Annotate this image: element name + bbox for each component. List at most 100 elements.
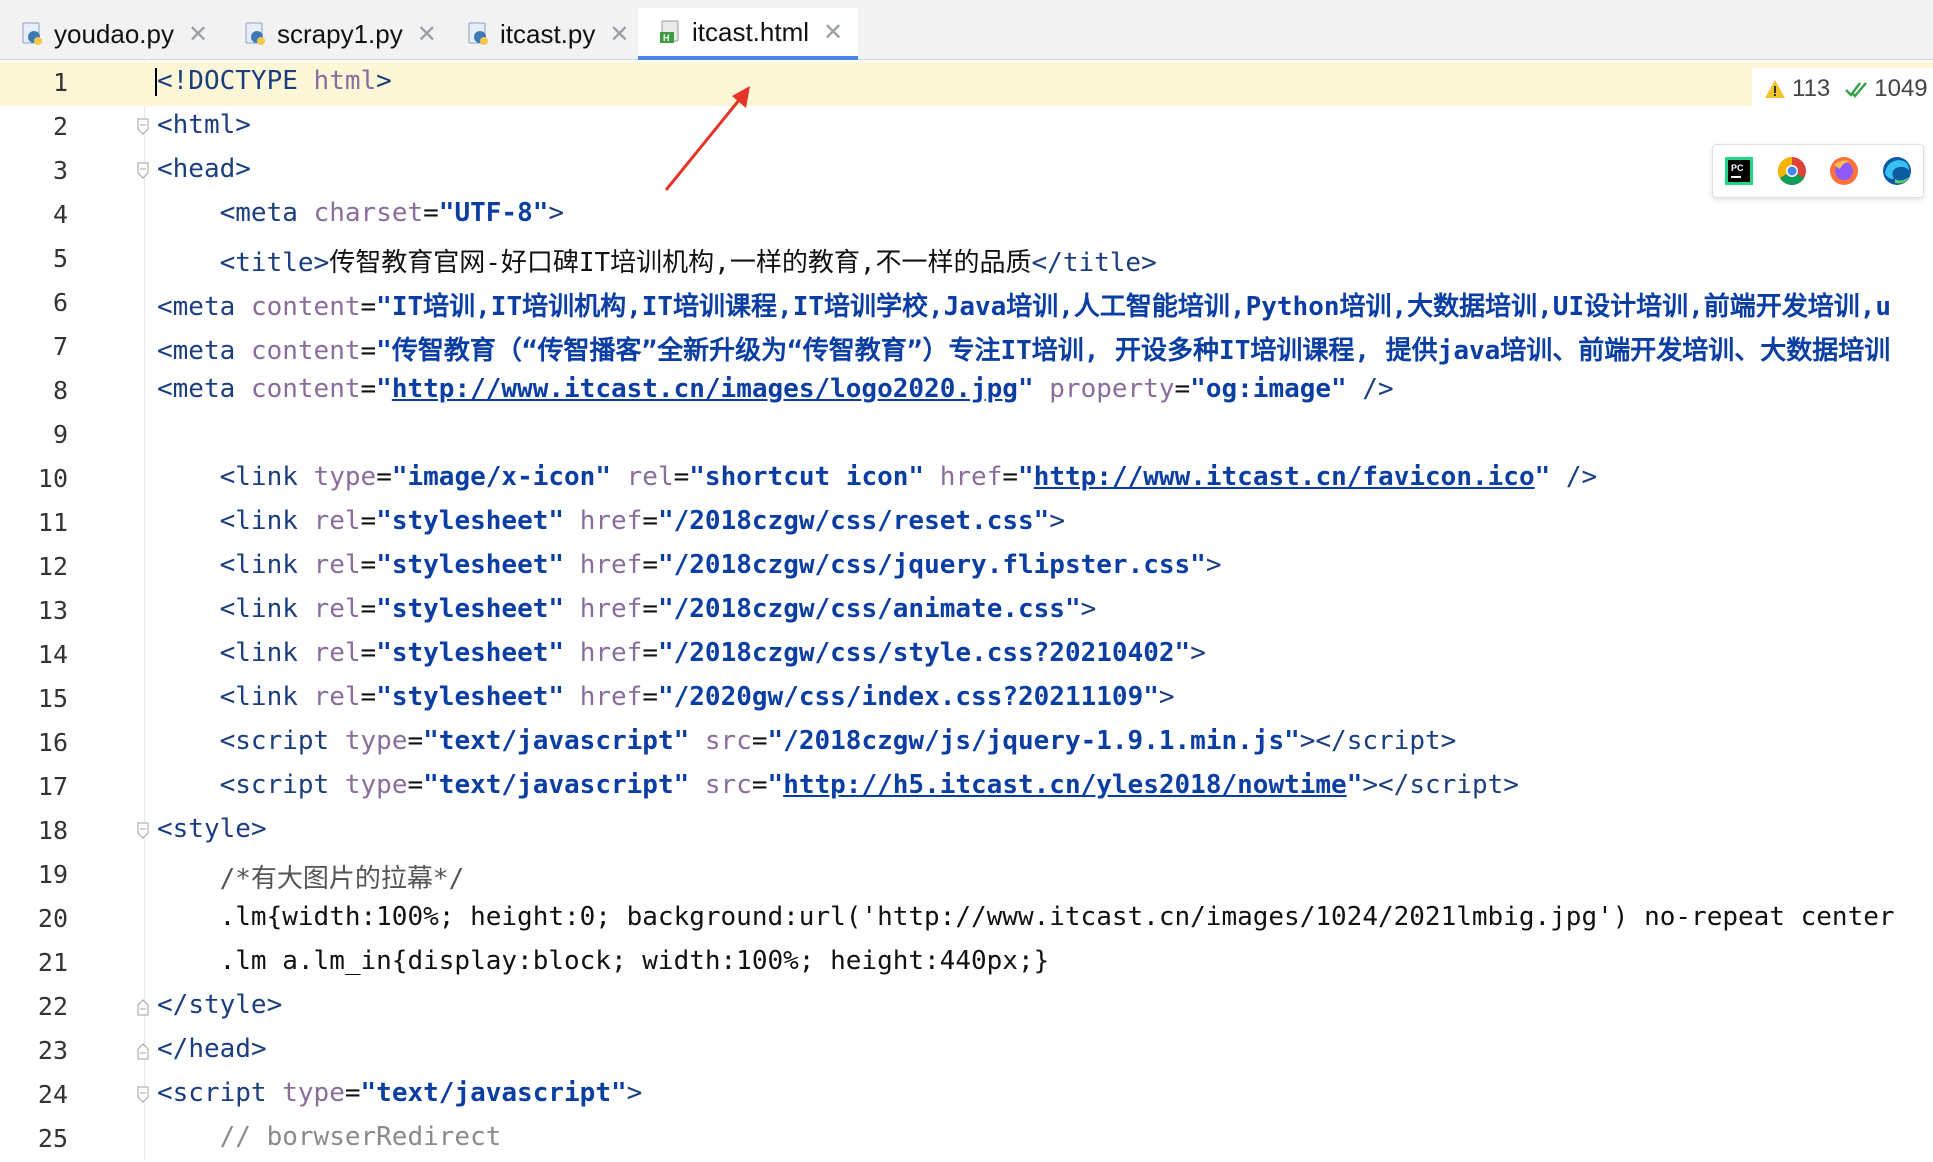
line-number: 25 [37, 1124, 68, 1153]
fold-icon[interactable] [136, 118, 150, 136]
line-number: 14 [37, 640, 68, 669]
code-text: <link type="image/x-icon" rel="shortcut … [219, 462, 1598, 492]
code-line[interactable]: 8 <meta content="http://www.itcast.cn/im… [0, 370, 1933, 414]
code-line[interactable]: 13 <link rel="stylesheet" href="/2018czg… [0, 590, 1933, 634]
line-number: 6 [52, 288, 68, 317]
line-number: 15 [37, 684, 68, 713]
code-text: <head> [157, 154, 251, 184]
code-line[interactable]: 20 .lm{width:100%; height:0; background:… [0, 898, 1933, 942]
editor-tab-bar: youdao.py ✕ scrapy1.py ✕ itcast.py ✕ H i… [0, 0, 1933, 60]
code-text: </style> [157, 990, 283, 1020]
code-line[interactable]: 1 <!DOCTYPE html> [0, 62, 1933, 106]
python-file-icon [243, 20, 269, 48]
code-text: <meta content="IT培训,IT培训机构,IT培训课程,IT培训学校… [157, 292, 1892, 322]
code-text: <link rel="stylesheet" href="/2018czgw/c… [219, 550, 1222, 580]
warning-icon [1765, 80, 1785, 98]
line-number: 23 [37, 1036, 68, 1065]
html-file-icon: H [658, 18, 684, 46]
tab-itcast-py[interactable]: itcast.py ✕ [446, 8, 638, 60]
code-text: <link rel="stylesheet" href="/2018czgw/c… [219, 594, 1097, 624]
line-number: 7 [52, 332, 68, 361]
edge-icon[interactable] [1881, 155, 1913, 187]
tab-itcast-html[interactable]: H itcast.html ✕ [638, 8, 858, 60]
fold-end-icon[interactable] [136, 998, 150, 1016]
code-text: <meta charset="UTF-8"> [219, 198, 565, 228]
line-number: 24 [37, 1080, 68, 1109]
pycharm-icon[interactable]: PC [1723, 155, 1755, 187]
fold-icon[interactable] [136, 162, 150, 180]
code-line[interactable]: 15 <link rel="stylesheet" href="/2020gw/… [0, 678, 1933, 722]
line-number: 16 [37, 728, 68, 757]
firefox-icon[interactable] [1828, 155, 1860, 187]
code-text: <script type="text/javascript" src="http… [219, 770, 1519, 800]
tab-label: youdao.py [54, 18, 174, 49]
line-number: 12 [37, 552, 68, 581]
code-line[interactable]: 18 <style> [0, 810, 1933, 854]
code-line[interactable]: 9 [0, 414, 1933, 458]
tab-label: itcast.py [500, 18, 596, 49]
fold-icon[interactable] [136, 1086, 150, 1104]
close-icon[interactable]: ✕ [188, 20, 208, 49]
line-number: 9 [52, 420, 68, 449]
code-text: /*有大图片的拉幕*/ [219, 864, 465, 894]
fold-icon[interactable] [136, 822, 150, 840]
code-line[interactable]: 10 <link type="image/x-icon" rel="shortc… [0, 458, 1933, 502]
line-number: 2 [52, 112, 68, 141]
line-number: 10 [37, 464, 68, 493]
code-editor[interactable]: 1 <!DOCTYPE html> 2 <html> 3 <head> 4 <m… [0, 60, 1933, 1160]
annotation-arrow [664, 86, 750, 191]
code-line[interactable]: 23 </head> [0, 1030, 1933, 1074]
fold-end-icon[interactable] [136, 1042, 150, 1060]
code-text: <html> [157, 110, 251, 140]
line-number: 21 [37, 948, 68, 977]
line-number: 4 [52, 200, 68, 229]
code-text: <title>传智教育官网-好口碑IT培训机构,一样的教育,不一样的品质</ti… [219, 248, 1157, 278]
code-line[interactable]: 11 <link rel="stylesheet" href="/2018czg… [0, 502, 1933, 546]
line-number: 5 [52, 244, 68, 273]
code-line[interactable]: 5 <title>传智教育官网-好口碑IT培训机构,一样的教育,不一样的品质</… [0, 238, 1933, 282]
line-number: 22 [37, 992, 68, 1021]
tab-youdao-py[interactable]: youdao.py ✕ [0, 8, 215, 60]
svg-text:H: H [663, 33, 670, 43]
ok-count: 1049 [1874, 75, 1928, 102]
svg-text:PC: PC [1731, 163, 1744, 173]
double-check-icon [1845, 82, 1868, 98]
code-text: <meta content="传智教育（“传智播客”全新升级为“传智教育”）专注… [157, 336, 1891, 366]
tab-scrapy1-py[interactable]: scrapy1.py ✕ [223, 8, 438, 60]
code-line[interactable]: 24 <script type="text/javascript"> [0, 1074, 1933, 1118]
code-line[interactable]: 22 </style> [0, 986, 1933, 1030]
chrome-icon[interactable] [1776, 155, 1808, 187]
code-line[interactable]: 7 <meta content="传智教育（“传智播客”全新升级为“传智教育”）… [0, 326, 1933, 370]
code-line[interactable]: 6 <meta content="IT培训,IT培训机构,IT培训课程,IT培训… [0, 282, 1933, 326]
code-line[interactable]: 19 /*有大图片的拉幕*/ [0, 854, 1933, 898]
close-icon[interactable]: ✕ [609, 20, 629, 49]
code-text: .lm a.lm_in{display:block; width:100%; h… [219, 946, 1050, 976]
code-line[interactable]: 12 <link rel="stylesheet" href="/2018czg… [0, 546, 1933, 590]
code-line[interactable]: 16 <script type="text/javascript" src="/… [0, 722, 1933, 766]
line-number: 1 [52, 68, 68, 97]
code-text: <script type="text/javascript"> [157, 1078, 643, 1108]
code-line[interactable]: 21 .lm a.lm_in{display:block; width:100%… [0, 942, 1933, 986]
close-icon[interactable]: ✕ [417, 20, 437, 49]
line-number: 3 [52, 156, 68, 185]
line-number: 8 [52, 376, 68, 405]
code-line[interactable]: 14 <link rel="stylesheet" href="/2018czg… [0, 634, 1933, 678]
code-line[interactable]: 2 <html> [0, 106, 1933, 150]
url-link: http://www.itcast.cn/images/logo2020.jpg [391, 374, 1018, 404]
code-text: <link rel="stylesheet" href="/2020gw/css… [219, 682, 1175, 712]
line-number: 13 [37, 596, 68, 625]
code-line[interactable]: 3 <head> [0, 150, 1933, 194]
code-text: <link rel="stylesheet" href="/2018czgw/c… [219, 638, 1206, 668]
code-line[interactable]: 4 <meta charset="UTF-8"> [0, 194, 1933, 238]
line-number: 18 [37, 816, 68, 845]
inspection-widget[interactable]: 113 1049 [1752, 68, 1933, 110]
code-line[interactable]: 17 <script type="text/javascript" src="h… [0, 766, 1933, 810]
warning-count: 113 [1792, 75, 1831, 102]
python-file-icon [466, 20, 492, 48]
open-in-browser-popup: PC [1712, 144, 1924, 198]
code-line[interactable]: 25 // borwserRedirect [0, 1118, 1933, 1162]
code-text: // borwserRedirect [219, 1122, 502, 1152]
python-file-icon [20, 20, 46, 48]
tab-label: scrapy1.py [277, 18, 403, 49]
close-icon[interactable]: ✕ [823, 18, 843, 47]
